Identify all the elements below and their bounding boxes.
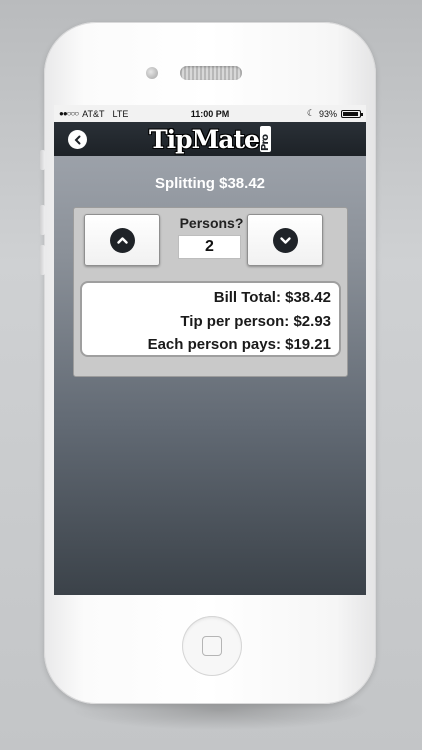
persons-label: Persons? [179, 215, 244, 231]
increase-persons-button[interactable] [84, 214, 160, 266]
logo-text: TipMate [149, 124, 260, 154]
app-logo: TipMate Pro [149, 125, 271, 154]
split-summary: Bill Total: $38.42 Tip per person: $2.93… [80, 281, 341, 357]
app-screen: ●●○○○ AT&T LTE 11:00 PM ☾ 93% TipMate Pr… [54, 105, 366, 595]
each-person-pays: Each person pays: $19.21 [147, 336, 331, 353]
battery-percent: 93% [318, 108, 337, 119]
status-bar: ●●○○○ AT&T LTE 11:00 PM ☾ 93% [54, 105, 366, 122]
chevron-left-icon [74, 135, 80, 144]
battery-icon [341, 109, 363, 118]
volume-down-button [40, 245, 45, 275]
back-button[interactable] [68, 130, 87, 149]
chevron-down-icon [272, 227, 298, 253]
front-camera [146, 67, 158, 79]
logo-sub-text: Pro [259, 126, 271, 152]
tip-per-person: Tip per person: $2.93 [180, 312, 331, 330]
splitting-title: Splitting $38.42 [154, 175, 266, 192]
chevron-up-icon [109, 227, 135, 253]
home-button[interactable] [182, 616, 242, 676]
volume-up-button [40, 205, 45, 235]
home-square-icon [202, 636, 222, 656]
nav-bar: TipMate Pro [54, 122, 366, 156]
moon-icon: ☾ [306, 108, 315, 118]
split-panel: Persons? Bill Total: $38.42 Tip per pers… [73, 207, 348, 377]
persons-input[interactable] [178, 235, 241, 259]
mute-switch [40, 150, 45, 170]
bill-total: Bill Total: $38.42 [213, 289, 331, 306]
decrease-persons-button[interactable] [247, 214, 323, 266]
earpiece-speaker [180, 66, 242, 80]
